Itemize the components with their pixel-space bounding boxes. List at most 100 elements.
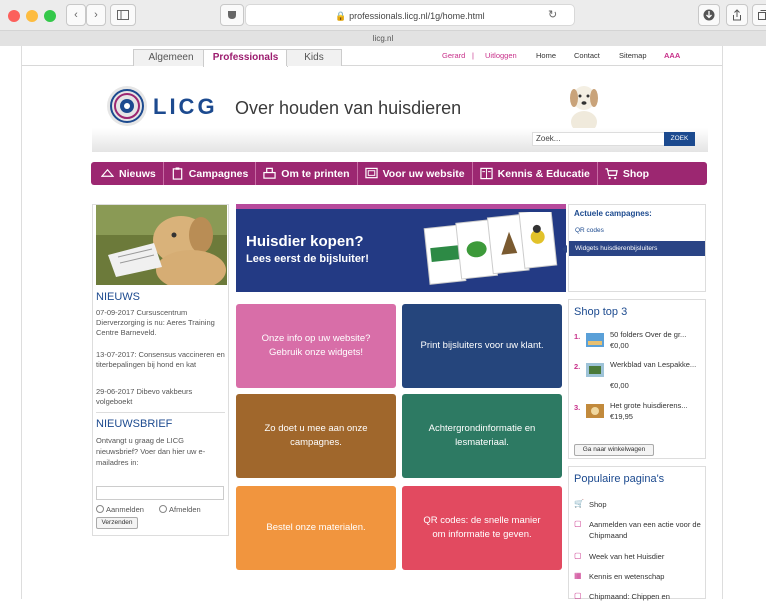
maximize-window-button[interactable] bbox=[44, 10, 56, 22]
radio-circle bbox=[96, 505, 104, 513]
minimize-window-button[interactable] bbox=[26, 10, 38, 22]
nav-om-te-printen-label: Om te printen bbox=[281, 167, 350, 180]
main-navigation: Nieuws Campagnes Om te printen Voor uw w… bbox=[91, 162, 707, 185]
shop-top-heading: Shop top 3 bbox=[574, 306, 628, 318]
campaigns-heading: Actuele campagnes: bbox=[574, 209, 652, 218]
close-window-button[interactable] bbox=[8, 10, 20, 22]
monitor-icon bbox=[364, 167, 378, 179]
nav-shop[interactable]: Shop bbox=[598, 162, 656, 185]
verzenden-button[interactable]: Verzenden bbox=[96, 517, 138, 529]
shop-item-number: 2. bbox=[574, 362, 581, 371]
nav-om-te-printen[interactable]: Om te printen bbox=[256, 162, 358, 185]
link-separator: | bbox=[472, 51, 474, 60]
nav-voor-uw-website[interactable]: Voor uw website bbox=[358, 162, 473, 185]
forward-button[interactable]: › bbox=[86, 4, 106, 26]
lock-icon: 🔒 bbox=[335, 11, 347, 21]
nav-voor-uw-website-label: Voor uw website bbox=[382, 167, 465, 180]
nieuwsbrief-text: Ontvangt u graag de LICG nieuwsbrief? Vo… bbox=[96, 436, 206, 467]
shop-item[interactable]: 1. 50 folders Over de gr... €0,00 bbox=[574, 330, 704, 360]
tile-bestel-materialen[interactable]: Bestel onze materialen. bbox=[236, 486, 396, 570]
contact-link[interactable]: Contact bbox=[574, 51, 600, 60]
logo-text: LICG bbox=[153, 94, 218, 119]
populaire-paginas-panel: Populaire pagina's 🛒 Shop ▢ Aanmelden va… bbox=[568, 466, 706, 601]
campaign-widgets-label: Widgets huisdierenbijsluiters bbox=[575, 245, 658, 252]
nieuwsbrief-heading: NIEUWSBRIEF bbox=[96, 418, 173, 430]
nav-nieuws[interactable]: Nieuws bbox=[91, 162, 164, 185]
logo-rings-icon bbox=[107, 86, 147, 126]
shield-button[interactable] bbox=[220, 4, 244, 26]
search-button[interactable]: ZOEK bbox=[664, 132, 695, 146]
clipboard-icon bbox=[172, 167, 183, 180]
shop-item-number: 1. bbox=[574, 332, 581, 341]
home-link[interactable]: Home bbox=[536, 51, 556, 60]
tile-label: QR codes: de snelle manier om informatie… bbox=[423, 515, 541, 540]
browser-tab[interactable]: licg.nl bbox=[0, 30, 766, 46]
dog-mascot-image bbox=[570, 86, 598, 134]
news-item[interactable]: 13-07-2017: Consensus vaccineren en tite… bbox=[96, 350, 226, 370]
sitemap-link[interactable]: Sitemap bbox=[619, 51, 647, 60]
shop-top-3-panel: Shop top 3 1. 50 folders Over de gr... €… bbox=[568, 299, 706, 459]
cart-icon: 🛒 bbox=[574, 499, 584, 508]
worksheet-thumbnail bbox=[586, 363, 604, 377]
popular-link-label: Chipmaand: Chippen en bbox=[589, 592, 670, 601]
share-button[interactable] bbox=[726, 4, 748, 26]
back-button[interactable]: ‹ bbox=[66, 4, 86, 26]
sidebar-toggle-button[interactable] bbox=[110, 4, 136, 26]
megaphone-icon bbox=[101, 168, 114, 177]
tab-professionals[interactable]: Professionals bbox=[203, 49, 288, 67]
left-sidebar: NIEUWS 07-09-2017 Cursuscentrum Dierverz… bbox=[92, 204, 229, 536]
tab-professionals-label: Professionals bbox=[212, 52, 279, 63]
licg-logo[interactable]: LICG bbox=[105, 84, 225, 132]
tile-label: Onze info op uw website? Gebruik onze wi… bbox=[261, 333, 371, 358]
campaign-qr-codes[interactable]: QR codes bbox=[569, 223, 705, 238]
user-link[interactable]: Gerard bbox=[442, 51, 465, 60]
aanmelden-radio[interactable]: Aanmelden bbox=[96, 505, 144, 514]
shop-item[interactable]: 2. Werkblad van Lespakke... €0,00 bbox=[574, 360, 704, 390]
afmelden-radio[interactable]: Afmelden bbox=[159, 505, 201, 514]
news-item[interactable]: 29-06-2017 Dibevo vakbeurs volgeboekt bbox=[96, 387, 226, 407]
shop-item[interactable]: 3. Het grote huisdierens... €19,95 bbox=[574, 401, 704, 431]
book-icon: ▦ bbox=[574, 571, 582, 580]
news-item[interactable]: 07-09-2017 Cursuscentrum Dierverzorging … bbox=[96, 308, 226, 338]
nav-kennis-educatie[interactable]: Kennis & Educatie bbox=[473, 162, 598, 185]
sidebar-icon bbox=[117, 10, 129, 20]
tile-campagnes[interactable]: Zo doet u mee aan onze campagnes. bbox=[236, 394, 396, 478]
printer-icon bbox=[263, 167, 276, 179]
new-tab-button[interactable] bbox=[752, 4, 766, 26]
font-size-toggle[interactable]: AAA bbox=[664, 51, 680, 60]
search-input[interactable]: Zoek... bbox=[532, 132, 667, 146]
clipboard-icon: ▢ bbox=[574, 551, 582, 560]
tile-achtergrondinformatie[interactable]: Achtergrondinformatie en lesmateriaal. bbox=[402, 394, 562, 478]
search-bar-area: Zoek... ZOEK bbox=[92, 128, 708, 152]
tile-label: Bestel onze materialen. bbox=[266, 522, 366, 533]
web-page: Algemeen Professionals Kids Gerard | Uit… bbox=[21, 46, 723, 601]
afmelden-label: Afmelden bbox=[169, 505, 201, 514]
hero-banner[interactable]: Huisdier kopen? Lees eerst de bijsluiter… bbox=[236, 204, 566, 292]
tab-kids[interactable]: Kids bbox=[286, 49, 342, 66]
popular-link-label: Week van het Huisdier bbox=[589, 552, 665, 561]
cart-icon bbox=[605, 168, 618, 180]
download-button[interactable] bbox=[698, 4, 720, 26]
tile-print-bijsluiters[interactable]: Print bijsluiters voor uw klant. bbox=[402, 304, 562, 388]
nieuws-heading: NIEUWS bbox=[96, 291, 140, 303]
tile-widgets[interactable]: Onze info op uw website? Gebruik onze wi… bbox=[236, 304, 396, 388]
campaign-widgets[interactable]: Widgets huisdierenbijsluiters bbox=[562, 241, 705, 256]
shop-item-price: €0,00 bbox=[610, 341, 629, 350]
share-icon bbox=[733, 9, 741, 21]
browser-tab-title: licg.nl bbox=[372, 34, 394, 43]
url-text: professionals.licg.nl/1g/home.html bbox=[349, 11, 485, 21]
nav-campagnes[interactable]: Campagnes bbox=[164, 162, 257, 185]
shop-item-price: €19,95 bbox=[610, 412, 633, 421]
tabs-icon bbox=[758, 10, 766, 20]
tab-algemeen-label: Algemeen bbox=[148, 52, 194, 63]
logout-link[interactable]: Uitloggen bbox=[485, 51, 517, 60]
address-bar[interactable]: 🔒 professionals.licg.nl/1g/home.html bbox=[245, 4, 575, 26]
reload-icon[interactable]: ↻ bbox=[548, 8, 557, 21]
book-icon bbox=[479, 167, 493, 180]
tile-qr-codes[interactable]: QR codes: de snelle manier om informatie… bbox=[402, 486, 562, 570]
tab-algemeen[interactable]: Algemeen bbox=[133, 49, 209, 66]
book-thumbnail bbox=[586, 404, 604, 418]
newsletter-email-input[interactable] bbox=[96, 486, 224, 500]
cart-button[interactable]: Ga naar winkelwagen bbox=[574, 444, 654, 456]
clipboard-icon: ▢ bbox=[574, 519, 582, 528]
